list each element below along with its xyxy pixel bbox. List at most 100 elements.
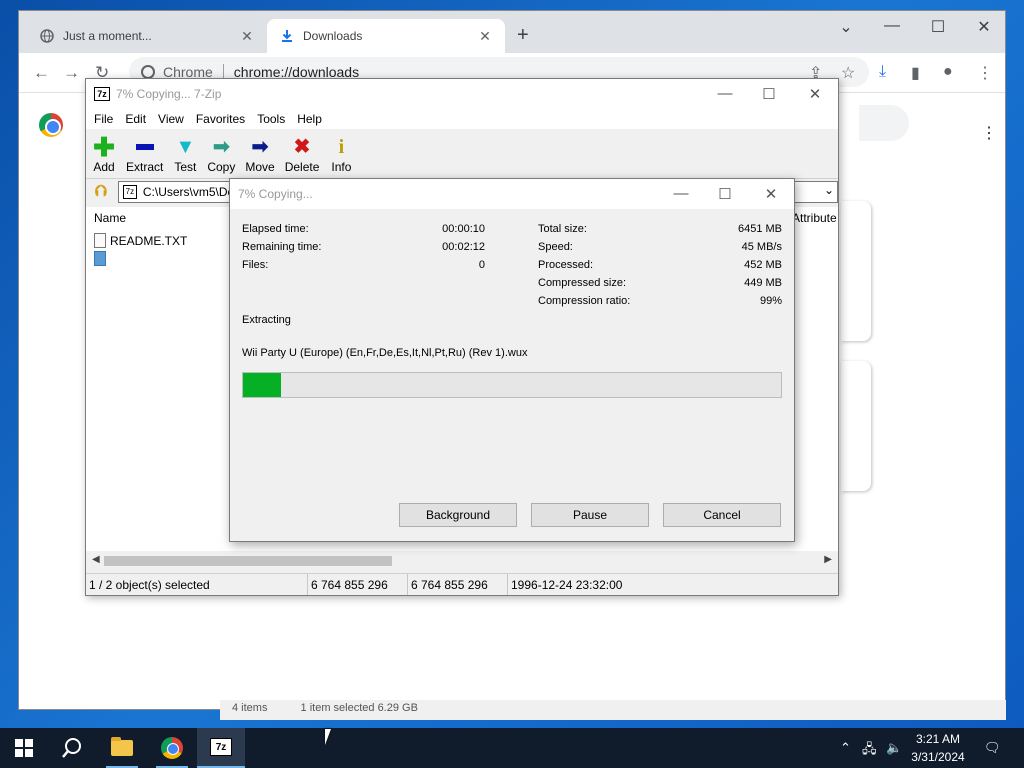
add-button[interactable]: ✚ Add	[90, 132, 118, 174]
download-card	[841, 201, 871, 341]
column-header-name[interactable]: Name	[94, 211, 126, 225]
back-icon[interactable]: ←	[33, 63, 50, 83]
item-count: 4 items	[232, 702, 268, 714]
maximize-button[interactable]: ☐	[710, 185, 740, 203]
tool-label: Add	[93, 160, 115, 174]
file-explorer-button[interactable]	[98, 728, 146, 768]
chrome-icon	[161, 737, 183, 759]
stat-label: Elapsed time:	[242, 223, 309, 235]
file-name: README.TXT	[110, 233, 188, 248]
side-panel-icon[interactable]: ▮	[911, 63, 920, 83]
tool-label: Test	[174, 160, 197, 174]
minimize-button[interactable]: —	[710, 85, 740, 102]
chrome-taskbar-button[interactable]	[148, 728, 196, 768]
time: 3:21 AM	[915, 732, 961, 746]
bookmark-star-icon[interactable]: ☆	[841, 63, 855, 83]
file-item[interactable]	[94, 251, 110, 266]
menu-icon[interactable]: ⋮	[977, 63, 993, 83]
dialog-title: 7% Copying...	[238, 187, 313, 201]
scrollbar-thumb[interactable]	[104, 556, 392, 566]
profile-icon[interactable]: ●	[943, 63, 953, 81]
stat-label: Compressed size:	[538, 277, 627, 289]
tool-label: Delete	[284, 160, 320, 174]
file-item[interactable]: README.TXT	[94, 233, 187, 248]
notifications-icon[interactable]: 🗨	[984, 740, 1001, 756]
delete-icon: ✖	[293, 136, 311, 158]
selection-status: 1 / 2 object(s) selected	[86, 574, 308, 595]
7zip-icon: 7z	[210, 738, 232, 756]
stat-value: 449 MB	[744, 277, 782, 289]
mouse-cursor	[325, 729, 337, 745]
add-icon: ✚	[93, 132, 115, 162]
up-folder-icon[interactable]: ⮉	[92, 183, 110, 201]
delete-button[interactable]: ✖ Delete	[283, 136, 322, 174]
text-file-icon	[94, 233, 106, 248]
progress-fill	[243, 373, 281, 397]
background-button[interactable]: Background	[399, 503, 517, 527]
taskbar: 7z ⌃ 🖧 🔈 3:21 AM 3/31/2024 🗨	[0, 728, 1024, 768]
close-icon[interactable]: ✕	[239, 28, 255, 45]
scroll-right-icon[interactable]: ▶	[824, 554, 832, 565]
menu-favorites[interactable]: Favorites	[190, 112, 251, 126]
close-button[interactable]: ✕	[800, 85, 830, 103]
extract-button[interactable]: Extract	[124, 136, 165, 174]
7zip-taskbar-button[interactable]: 7z	[197, 728, 245, 768]
test-button[interactable]: ▼ Test	[171, 136, 199, 174]
stat-label: Processed:	[538, 259, 594, 271]
tab-label: Downloads	[303, 29, 363, 43]
minimize-button[interactable]: —	[877, 17, 907, 35]
network-icon[interactable]: 🖧	[862, 740, 877, 762]
stat-label: Compression ratio:	[538, 295, 631, 307]
copy-icon: ➡	[212, 136, 230, 158]
chevron-up-icon[interactable]: ⌃	[840, 740, 851, 756]
date: 3/31/2024	[911, 750, 965, 764]
scroll-left-icon[interactable]: ◀	[92, 554, 100, 565]
cancel-button[interactable]: Cancel	[663, 503, 781, 527]
downloads-icon[interactable]: ⤓	[879, 63, 886, 81]
tab-search-icon[interactable]: ⌄	[831, 17, 861, 37]
menu-help[interactable]: Help	[291, 112, 328, 126]
dialog-title-bar[interactable]: 7% Copying... — ☐ ✕	[230, 179, 794, 209]
more-options-icon[interactable]: ⋮	[981, 123, 997, 143]
selection-info: 1 item selected 6.29 GB	[300, 702, 418, 714]
info-button[interactable]: i Info	[327, 136, 355, 174]
column-header-attributes[interactable]: Attribute	[792, 211, 837, 225]
chevron-down-icon[interactable]: ⌄	[824, 183, 834, 197]
new-tab-button[interactable]: +	[517, 25, 529, 45]
stat-value: 452 MB	[744, 259, 782, 271]
move-button[interactable]: ➡ Move	[243, 136, 276, 174]
copy-button[interactable]: ➡ Copy	[205, 136, 237, 174]
menu-view[interactable]: View	[152, 112, 190, 126]
clock[interactable]: 3:21 AM 3/31/2024	[906, 730, 970, 766]
start-button[interactable]	[0, 728, 48, 768]
search-button[interactable]	[48, 728, 96, 768]
tool-label: Move	[245, 160, 275, 174]
pause-button[interactable]: Pause	[531, 503, 649, 527]
tab-just-a-moment[interactable]: Just a moment... ✕	[27, 19, 267, 53]
menu-bar: File Edit View Favorites Tools Help	[86, 109, 838, 129]
close-button[interactable]: ✕	[756, 185, 786, 203]
downloads-search-field[interactable]	[859, 105, 909, 141]
toolbar: ✚ Add Extract ▼ Test ➡ Copy ➡ Move ✖ Del…	[86, 129, 838, 179]
volume-muted-icon[interactable]: 🔈	[886, 740, 902, 756]
download-icon	[279, 28, 295, 44]
tab-downloads[interactable]: Downloads ✕	[267, 19, 505, 53]
menu-file[interactable]: File	[88, 112, 119, 126]
maximize-button[interactable]: ☐	[923, 17, 953, 37]
close-icon[interactable]: ✕	[477, 28, 493, 45]
tool-label: Extract	[126, 160, 164, 174]
horizontal-scrollbar[interactable]: ◀ ▶	[86, 553, 838, 569]
tool-label: Copy	[207, 160, 236, 174]
chrome-tab-bar: Just a moment... ✕ Downloads ✕ + ⌄ — ☐ ✕	[19, 11, 1005, 53]
menu-edit[interactable]: Edit	[119, 112, 152, 126]
disc-image-file-icon	[94, 251, 106, 266]
elapsed-time-row: Elapsed time: 00:00:10	[242, 223, 485, 235]
forward-icon[interactable]: →	[63, 63, 80, 83]
minimize-button[interactable]: —	[666, 185, 696, 202]
menu-tools[interactable]: Tools	[251, 112, 291, 126]
chrome-icon	[141, 65, 155, 79]
close-window-button[interactable]: ✕	[969, 17, 999, 37]
globe-icon	[39, 28, 55, 44]
7zip-title-bar[interactable]: 7z 7% Copying... 7-Zip — ☐ ✕	[86, 79, 838, 109]
maximize-button[interactable]: ☐	[754, 85, 784, 103]
